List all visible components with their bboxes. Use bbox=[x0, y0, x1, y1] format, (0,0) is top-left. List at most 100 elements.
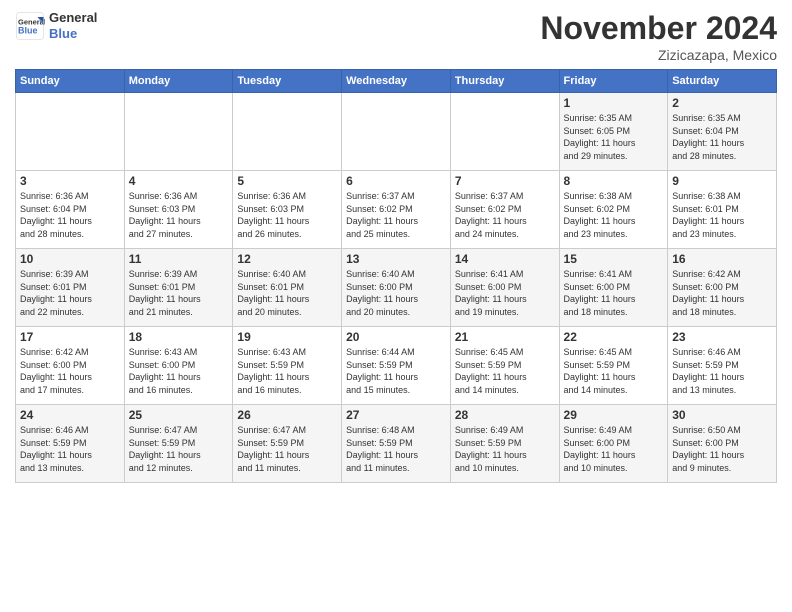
day-number: 11 bbox=[129, 252, 229, 266]
calendar-cell: 18 Sunrise: 6:43 AMSunset: 6:00 PMDayligh… bbox=[124, 327, 233, 405]
cell-info: Sunrise: 6:45 AMSunset: 5:59 PMDaylight:… bbox=[564, 346, 664, 396]
day-number: 7 bbox=[455, 174, 555, 188]
calendar-cell: 12 Sunrise: 6:40 AMSunset: 6:01 PMDayligh… bbox=[233, 249, 342, 327]
cell-info: Sunrise: 6:40 AMSunset: 6:01 PMDaylight:… bbox=[237, 268, 337, 318]
logo-general: General bbox=[49, 10, 97, 26]
header: General Blue General Blue November 2024 … bbox=[15, 10, 777, 63]
day-number: 22 bbox=[564, 330, 664, 344]
calendar-week-5: 24 Sunrise: 6:46 AMSunset: 5:59 PMDayligh… bbox=[16, 405, 777, 483]
cell-info: Sunrise: 6:46 AMSunset: 5:59 PMDaylight:… bbox=[20, 424, 120, 474]
day-number: 26 bbox=[237, 408, 337, 422]
cell-info: Sunrise: 6:43 AMSunset: 6:00 PMDaylight:… bbox=[129, 346, 229, 396]
header-sunday: Sunday bbox=[16, 70, 125, 93]
day-number: 19 bbox=[237, 330, 337, 344]
cell-info: Sunrise: 6:37 AMSunset: 6:02 PMDaylight:… bbox=[346, 190, 446, 240]
calendar-cell: 20 Sunrise: 6:44 AMSunset: 5:59 PMDayligh… bbox=[342, 327, 451, 405]
calendar-cell: 25 Sunrise: 6:47 AMSunset: 5:59 PMDayligh… bbox=[124, 405, 233, 483]
calendar-cell bbox=[233, 93, 342, 171]
calendar-cell: 1Sunrise: 6:35 AMSunset: 6:05 PMDaylight… bbox=[559, 93, 668, 171]
calendar-header: Sunday Monday Tuesday Wednesday Thursday… bbox=[16, 70, 777, 93]
page-container: General Blue General Blue November 2024 … bbox=[0, 0, 792, 488]
calendar-week-4: 17Sunrise: 6:42 AMSunset: 6:00 PMDayligh… bbox=[16, 327, 777, 405]
cell-info: Sunrise: 6:47 AMSunset: 5:59 PMDaylight:… bbox=[237, 424, 337, 474]
cell-info: Sunrise: 6:41 AMSunset: 6:00 PMDaylight:… bbox=[564, 268, 664, 318]
calendar-body: 1Sunrise: 6:35 AMSunset: 6:05 PMDaylight… bbox=[16, 93, 777, 483]
day-number: 6 bbox=[346, 174, 446, 188]
calendar-cell: 3Sunrise: 6:36 AMSunset: 6:04 PMDaylight… bbox=[16, 171, 125, 249]
calendar-cell: 14 Sunrise: 6:41 AMSunset: 6:00 PMDayligh… bbox=[450, 249, 559, 327]
day-number: 27 bbox=[346, 408, 446, 422]
cell-info: Sunrise: 6:36 AMSunset: 6:04 PMDaylight:… bbox=[20, 190, 120, 240]
cell-info: Sunrise: 6:40 AMSunset: 6:00 PMDaylight:… bbox=[346, 268, 446, 318]
day-number: 5 bbox=[237, 174, 337, 188]
calendar-cell: 6 Sunrise: 6:37 AMSunset: 6:02 PMDaylight… bbox=[342, 171, 451, 249]
day-number: 23 bbox=[672, 330, 772, 344]
cell-info: Sunrise: 6:48 AMSunset: 5:59 PMDaylight:… bbox=[346, 424, 446, 474]
calendar-cell: 10 Sunrise: 6:39 AMSunset: 6:01 PMDayligh… bbox=[16, 249, 125, 327]
calendar-cell: 16 Sunrise: 6:42 AMSunset: 6:00 PMDayligh… bbox=[668, 249, 777, 327]
calendar-cell: 17Sunrise: 6:42 AMSunset: 6:00 PMDayligh… bbox=[16, 327, 125, 405]
day-number: 18 bbox=[129, 330, 229, 344]
calendar-week-3: 10 Sunrise: 6:39 AMSunset: 6:01 PMDayligh… bbox=[16, 249, 777, 327]
cell-info: Sunrise: 6:38 AMSunset: 6:02 PMDaylight:… bbox=[564, 190, 664, 240]
calendar-week-1: 1Sunrise: 6:35 AMSunset: 6:05 PMDaylight… bbox=[16, 93, 777, 171]
calendar-cell: 29 Sunrise: 6:49 AMSunset: 6:00 PMDayligh… bbox=[559, 405, 668, 483]
day-number: 15 bbox=[564, 252, 664, 266]
cell-info: Sunrise: 6:36 AMSunset: 6:03 PMDaylight:… bbox=[237, 190, 337, 240]
header-monday: Monday bbox=[124, 70, 233, 93]
calendar-cell: 2 Sunrise: 6:35 AMSunset: 6:04 PMDaylight… bbox=[668, 93, 777, 171]
month-title: November 2024 bbox=[540, 10, 777, 47]
day-number: 30 bbox=[672, 408, 772, 422]
day-number: 13 bbox=[346, 252, 446, 266]
cell-info: Sunrise: 6:41 AMSunset: 6:00 PMDaylight:… bbox=[455, 268, 555, 318]
calendar-table: Sunday Monday Tuesday Wednesday Thursday… bbox=[15, 69, 777, 483]
day-number: 24 bbox=[20, 408, 120, 422]
calendar-cell bbox=[450, 93, 559, 171]
cell-info: Sunrise: 6:35 AMSunset: 6:05 PMDaylight:… bbox=[564, 112, 664, 162]
header-tuesday: Tuesday bbox=[233, 70, 342, 93]
calendar-cell: 7Sunrise: 6:37 AMSunset: 6:02 PMDaylight… bbox=[450, 171, 559, 249]
day-number: 2 bbox=[672, 96, 772, 110]
calendar-cell: 8 Sunrise: 6:38 AMSunset: 6:02 PMDaylight… bbox=[559, 171, 668, 249]
day-number: 12 bbox=[237, 252, 337, 266]
cell-info: Sunrise: 6:50 AMSunset: 6:00 PMDaylight:… bbox=[672, 424, 772, 474]
calendar-cell: 13 Sunrise: 6:40 AMSunset: 6:00 PMDayligh… bbox=[342, 249, 451, 327]
cell-info: Sunrise: 6:45 AMSunset: 5:59 PMDaylight:… bbox=[455, 346, 555, 396]
day-number: 8 bbox=[564, 174, 664, 188]
day-number: 29 bbox=[564, 408, 664, 422]
title-block: November 2024 Zizicazapa, Mexico bbox=[540, 10, 777, 63]
day-number: 25 bbox=[129, 408, 229, 422]
cell-info: Sunrise: 6:49 AMSunset: 6:00 PMDaylight:… bbox=[564, 424, 664, 474]
calendar-cell: 30 Sunrise: 6:50 AMSunset: 6:00 PMDayligh… bbox=[668, 405, 777, 483]
cell-info: Sunrise: 6:44 AMSunset: 5:59 PMDaylight:… bbox=[346, 346, 446, 396]
calendar-cell: 19 Sunrise: 6:43 AMSunset: 5:59 PMDayligh… bbox=[233, 327, 342, 405]
cell-info: Sunrise: 6:42 AMSunset: 6:00 PMDaylight:… bbox=[20, 346, 120, 396]
calendar-cell bbox=[124, 93, 233, 171]
header-friday: Friday bbox=[559, 70, 668, 93]
cell-info: Sunrise: 6:42 AMSunset: 6:00 PMDaylight:… bbox=[672, 268, 772, 318]
calendar-cell: 27 Sunrise: 6:48 AMSunset: 5:59 PMDayligh… bbox=[342, 405, 451, 483]
cell-info: Sunrise: 6:39 AMSunset: 6:01 PMDaylight:… bbox=[20, 268, 120, 318]
cell-info: Sunrise: 6:39 AMSunset: 6:01 PMDaylight:… bbox=[129, 268, 229, 318]
cell-info: Sunrise: 6:43 AMSunset: 5:59 PMDaylight:… bbox=[237, 346, 337, 396]
day-number: 20 bbox=[346, 330, 446, 344]
cell-info: Sunrise: 6:47 AMSunset: 5:59 PMDaylight:… bbox=[129, 424, 229, 474]
calendar-cell: 9 Sunrise: 6:38 AMSunset: 6:01 PMDaylight… bbox=[668, 171, 777, 249]
day-number: 9 bbox=[672, 174, 772, 188]
day-number: 14 bbox=[455, 252, 555, 266]
location: Zizicazapa, Mexico bbox=[540, 47, 777, 63]
calendar-cell: 4Sunrise: 6:36 AMSunset: 6:03 PMDaylight… bbox=[124, 171, 233, 249]
calendar-cell: 11 Sunrise: 6:39 AMSunset: 6:01 PMDayligh… bbox=[124, 249, 233, 327]
calendar-cell bbox=[342, 93, 451, 171]
day-number: 10 bbox=[20, 252, 120, 266]
calendar-cell: 15 Sunrise: 6:41 AMSunset: 6:00 PMDayligh… bbox=[559, 249, 668, 327]
cell-info: Sunrise: 6:38 AMSunset: 6:01 PMDaylight:… bbox=[672, 190, 772, 240]
calendar-cell: 5 Sunrise: 6:36 AMSunset: 6:03 PMDaylight… bbox=[233, 171, 342, 249]
day-number: 16 bbox=[672, 252, 772, 266]
cell-info: Sunrise: 6:35 AMSunset: 6:04 PMDaylight:… bbox=[672, 112, 772, 162]
day-number: 21 bbox=[455, 330, 555, 344]
svg-text:Blue: Blue bbox=[18, 25, 38, 35]
header-wednesday: Wednesday bbox=[342, 70, 451, 93]
logo-blue: Blue bbox=[49, 26, 97, 42]
cell-info: Sunrise: 6:49 AMSunset: 5:59 PMDaylight:… bbox=[455, 424, 555, 474]
